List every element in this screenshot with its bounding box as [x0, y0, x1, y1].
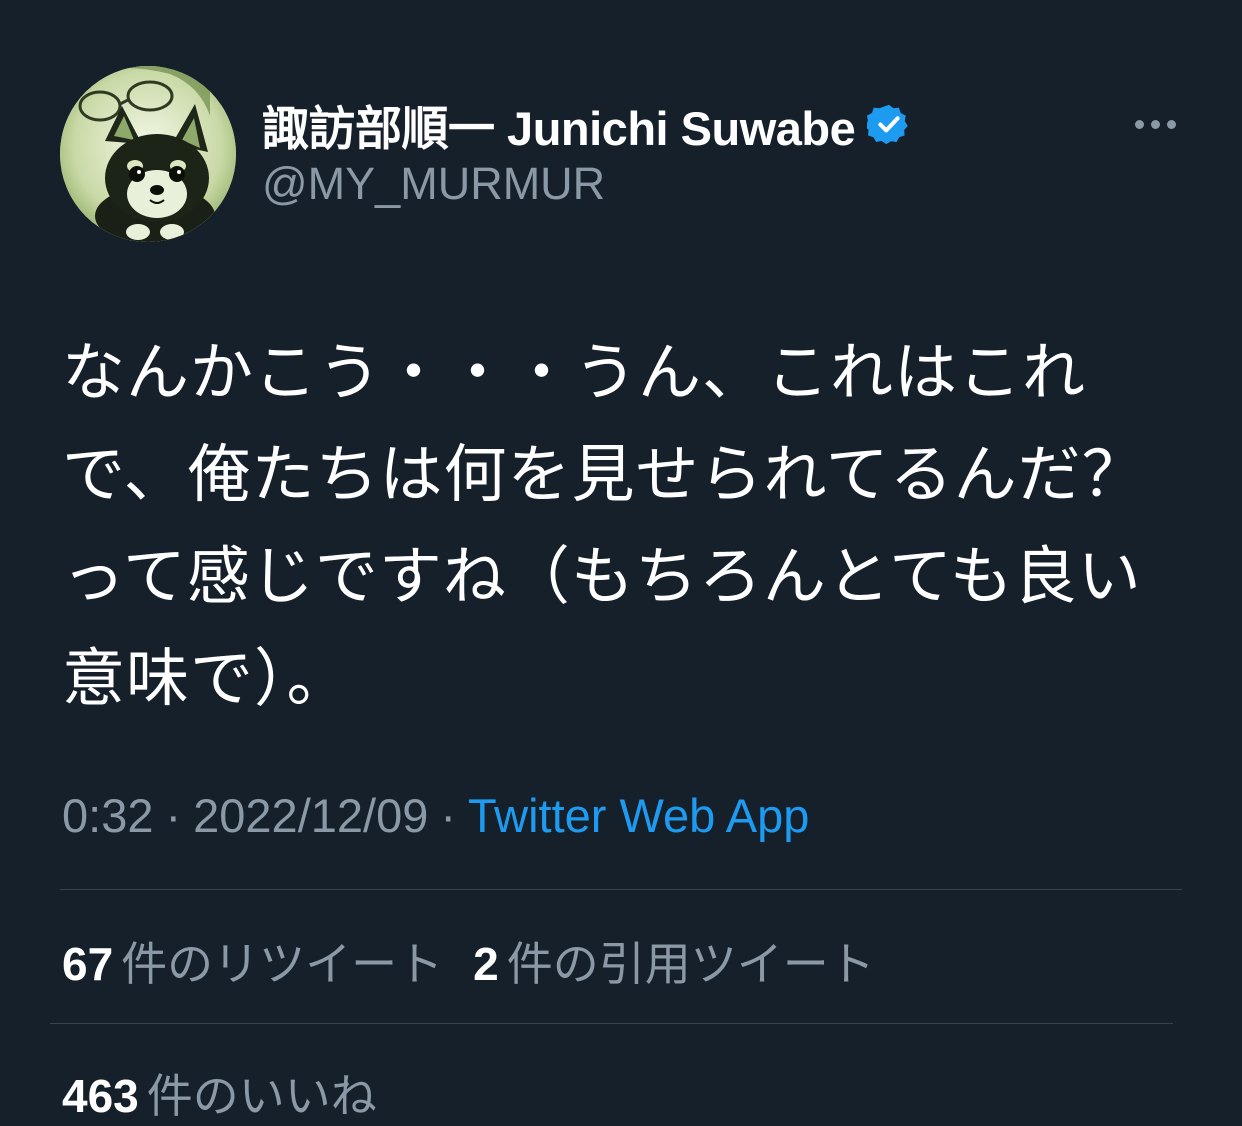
engagement-stats: 67 件のリツイート 2 件の引用ツイート: [62, 928, 875, 994]
likes-label: 件のいいね: [146, 1070, 377, 1122]
avatar[interactable]: [60, 66, 236, 242]
author-name[interactable]: 諏訪部順一 Junichi Suwabe: [262, 90, 856, 159]
divider: [60, 889, 1182, 890]
more-dot-icon: [1134, 119, 1144, 129]
divider: [50, 1023, 1173, 1024]
meta-separator: ·: [165, 789, 182, 842]
likes-stat-row: 463 件のいいね: [62, 1060, 377, 1126]
likes-stat[interactable]: 463 件のいいね: [62, 1060, 377, 1126]
quotes-stat[interactable]: 2 件の引用ツイート: [473, 928, 875, 994]
retweets-stat[interactable]: 67 件のリツイート: [62, 928, 443, 994]
tweet-date[interactable]: 2022/12/09: [193, 789, 428, 842]
author-name-row[interactable]: 諏訪部順一 Junichi Suwabe: [262, 92, 911, 156]
more-dot-icon: [1166, 119, 1176, 129]
tweet-source-link[interactable]: Twitter Web App: [468, 789, 809, 842]
more-options-button[interactable]: [1128, 104, 1182, 144]
tweet-detail: 諏訪部順一 Junichi Suwabe @MY_MURMUR なんかこう・・・…: [0, 0, 1242, 1122]
meta-separator: ·: [440, 789, 457, 842]
tweet-text: なんかこう・・・うん、これはこれで、俺たちは何を見せられてるんだ？って感じですね…: [62, 338, 1146, 714]
more-dot-icon: [1150, 119, 1160, 129]
dog-avatar-icon: [60, 66, 236, 242]
author-handle[interactable]: @MY_MURMUR: [262, 158, 605, 210]
retweets-count: 67: [62, 938, 114, 990]
quotes-label: 件の引用ツイート: [506, 938, 875, 990]
likes-count: 463: [62, 1070, 139, 1122]
tweet-meta: 0:32 · 2022/12/09 · Twitter Web App: [62, 788, 809, 843]
quotes-count: 2: [473, 938, 499, 990]
tweet-time[interactable]: 0:32: [62, 789, 153, 842]
retweets-label: 件のリツイート: [121, 938, 444, 990]
verified-badge-icon: [865, 102, 911, 146]
